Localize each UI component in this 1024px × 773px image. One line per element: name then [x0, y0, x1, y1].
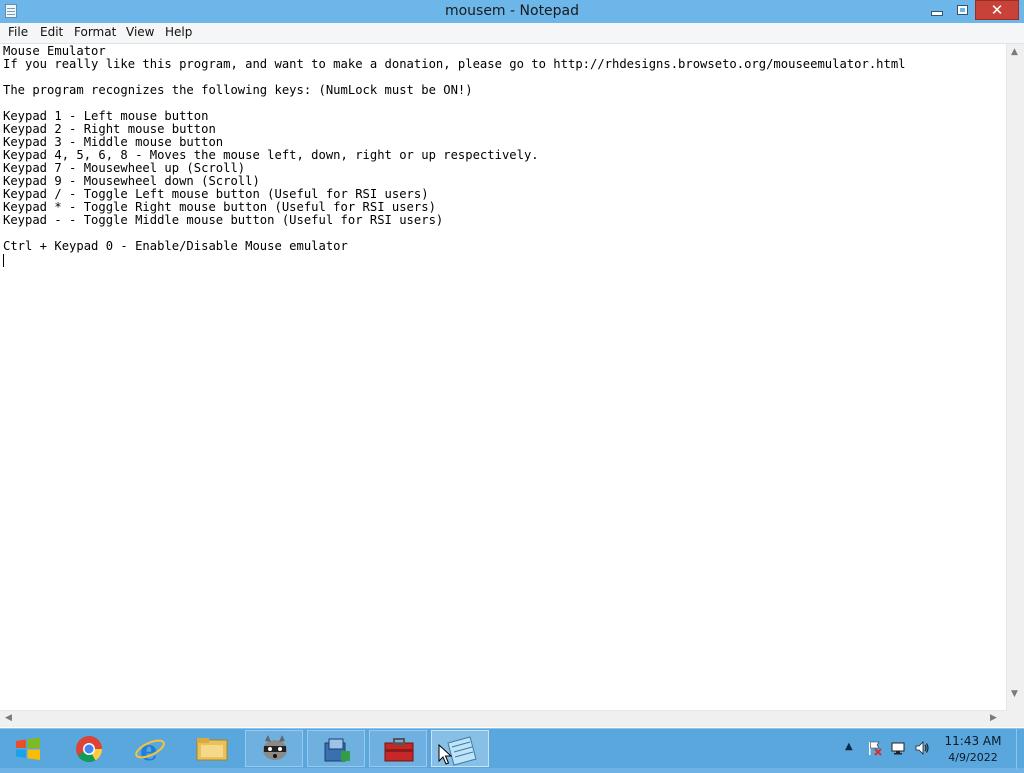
- menu-format[interactable]: Format: [73, 25, 117, 39]
- minimize-icon: [931, 10, 943, 16]
- title-bar[interactable]: mousem - Notepad ✕: [0, 0, 1024, 23]
- taskbar-installer[interactable]: [307, 730, 365, 767]
- taskbar-raccoon-app[interactable]: [245, 730, 303, 767]
- taskbar-chrome[interactable]: [60, 730, 118, 767]
- horizontal-scrollbar[interactable]: ◀ ▶: [0, 710, 1006, 727]
- text-editor[interactable]: Mouse Emulator If you really like this p…: [0, 44, 1005, 710]
- action-center-flag-icon[interactable]: [866, 740, 882, 756]
- menu-file[interactable]: File: [7, 25, 29, 39]
- close-icon: ✕: [990, 0, 1004, 19]
- scroll-left-icon[interactable]: ◀: [5, 714, 12, 723]
- text-caret: [3, 254, 4, 267]
- taskbar-toolbox-app[interactable]: [369, 730, 427, 767]
- vertical-scrollbar[interactable]: ▲ ▼: [1006, 44, 1024, 710]
- show-hidden-icons-icon[interactable]: ▲: [845, 741, 853, 752]
- menu-edit[interactable]: Edit: [39, 25, 64, 39]
- toolbox-app-icon: [384, 738, 414, 762]
- mouse-cursor-icon: [438, 744, 452, 765]
- text-line: If you really like this program, and wan…: [3, 57, 906, 71]
- scroll-up-icon[interactable]: ▲: [1011, 48, 1018, 57]
- taskbar-file-explorer[interactable]: [183, 730, 241, 767]
- internet-explorer-icon: e: [135, 734, 165, 767]
- text-line: Keypad - - Toggle Middle mouse button (U…: [3, 213, 444, 227]
- show-desktop-button[interactable]: [1016, 729, 1024, 769]
- network-icon[interactable]: [890, 740, 906, 756]
- close-button[interactable]: ✕: [975, 0, 1019, 20]
- scroll-down-icon[interactable]: ▼: [1011, 690, 1018, 699]
- windows-logo-icon: [16, 737, 40, 760]
- clock-date[interactable]: 4/9/2022: [940, 751, 1006, 764]
- notepad-window: mousem - Notepad ✕ File Edit Format View…: [0, 0, 1024, 728]
- installer-package-icon: [324, 738, 350, 762]
- restore-icon: [956, 5, 968, 15]
- menu-bar: File Edit Format View Help: [0, 23, 1024, 44]
- size-grip[interactable]: [1006, 710, 1024, 727]
- clock-time[interactable]: 11:43 AM: [940, 734, 1006, 748]
- menu-help[interactable]: Help: [164, 25, 193, 39]
- file-explorer-icon: [196, 738, 228, 761]
- text-line: Ctrl + Keypad 0 - Enable/Disable Mouse e…: [3, 239, 348, 253]
- maximize-button[interactable]: [950, 0, 974, 20]
- taskbar: e ▲ 11:43 AM 4/9/2022: [0, 728, 1024, 769]
- volume-icon[interactable]: [914, 740, 930, 756]
- start-button[interactable]: [0, 729, 56, 769]
- text-line: The program recognizes the following key…: [3, 83, 473, 97]
- menu-view[interactable]: View: [125, 25, 155, 39]
- svg-text:e: e: [140, 734, 158, 767]
- chrome-icon: [76, 736, 103, 763]
- taskbar-internet-explorer[interactable]: e: [121, 730, 179, 767]
- minimize-button[interactable]: [925, 0, 949, 20]
- window-title: mousem - Notepad: [444, 3, 580, 19]
- raccoon-app-icon: [263, 735, 287, 760]
- scroll-right-icon[interactable]: ▶: [990, 714, 997, 723]
